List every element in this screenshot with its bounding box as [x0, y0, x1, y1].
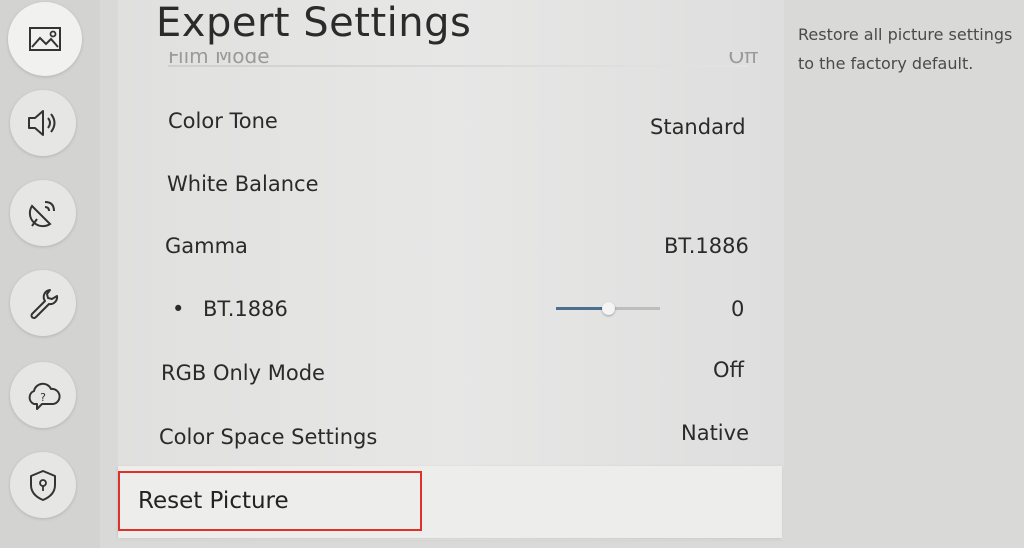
page-title: Expert Settings [156, 0, 472, 46]
color-space-settings-label: Color Space Settings [159, 425, 378, 449]
help-description: Restore all picture settings to the fact… [798, 25, 1013, 73]
slider-fill [556, 307, 608, 310]
privacy-button[interactable] [10, 452, 76, 518]
rgb-only-mode-value: Off [713, 358, 744, 382]
support-cloud-icon: ? [28, 382, 61, 410]
color-space-settings-row[interactable]: Color Space Settings Native [118, 413, 784, 463]
broadcast-icon [28, 201, 55, 228]
shield-icon [30, 470, 56, 501]
general-button[interactable] [10, 270, 76, 336]
support-button[interactable]: ? [10, 362, 76, 428]
color-tone-label: Color Tone [168, 109, 278, 133]
sound-icon [28, 110, 56, 136]
sound-button[interactable] [10, 90, 76, 156]
rgb-only-mode-label: RGB Only Mode [161, 361, 325, 385]
bt1886-row[interactable]: • BT.1886 0 [118, 285, 784, 335]
divider [168, 65, 748, 67]
bt1886-value: 0 [731, 297, 745, 321]
wrench-icon [30, 289, 59, 319]
broadcasting-button[interactable] [10, 180, 76, 246]
slider-knob[interactable] [602, 302, 615, 315]
white-balance-label: White Balance [167, 172, 319, 196]
gamma-row[interactable]: Gamma BT.1886 [118, 222, 784, 272]
picture-icon [29, 27, 61, 51]
bt1886-label: BT.1886 [203, 297, 288, 321]
film-mode-row[interactable]: Film Mode Off [168, 52, 758, 72]
color-tone-row[interactable]: Color Tone Standard [118, 97, 784, 147]
reset-picture-button[interactable]: Reset Picture [118, 466, 782, 538]
reset-picture-label: Reset Picture [138, 488, 289, 514]
bt1886-slider[interactable] [556, 302, 660, 315]
color-tone-value: Standard [650, 115, 746, 139]
picture-button[interactable] [8, 2, 82, 76]
sidebar: ? [0, 0, 100, 548]
svg-text:?: ? [40, 391, 46, 404]
gamma-label: Gamma [165, 234, 248, 258]
expert-settings-panel: Expert Settings Film Mode Off Color Tone… [118, 0, 784, 540]
gamma-value: BT.1886 [664, 234, 749, 258]
bullet: • [172, 297, 185, 321]
rgb-only-mode-row[interactable]: RGB Only Mode Off [118, 349, 784, 399]
color-space-settings-value: Native [681, 421, 749, 445]
white-balance-row[interactable]: White Balance [118, 160, 784, 210]
